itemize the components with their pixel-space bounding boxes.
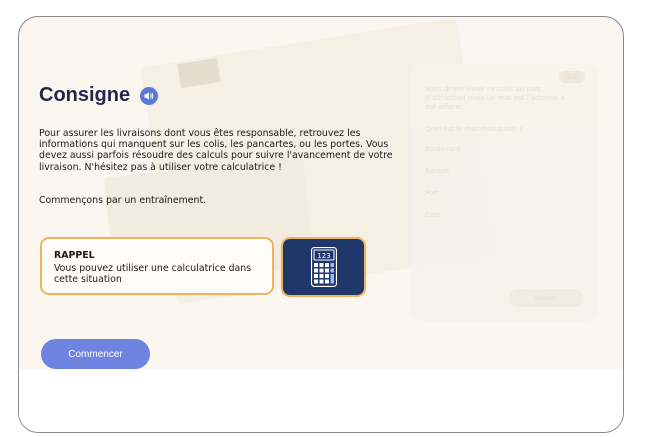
option-1: Boulevard — [425, 145, 461, 153]
calculator-tile: 123 — [281, 237, 366, 297]
option-4: Cote — [425, 211, 442, 219]
calculator-display: 123 — [317, 252, 330, 260]
option-3: Port — [425, 189, 439, 197]
submit-button-background: Valider — [509, 289, 583, 307]
activity-card: 1/2 Vous devez livrer ce colis au parc d… — [18, 16, 624, 433]
page-title: Consigne — [39, 84, 131, 106]
start-prompt: Commençons par un entraînement. — [39, 195, 207, 206]
reminder-text: Vous pouvez utiliser une calculatrice da… — [54, 263, 252, 285]
card-footer — [19, 370, 623, 432]
question-text: Vous devez livrer ce colis au parc d'att… — [425, 85, 565, 111]
start-button[interactable]: Commencer — [41, 339, 150, 369]
reminder-title: RAPPEL — [54, 250, 95, 261]
reminder-box: RAPPEL Vous pouvez utiliser une calculat… — [40, 237, 274, 295]
speaker-icon[interactable] — [140, 87, 158, 105]
calculator-icon: 123 — [310, 247, 337, 287]
instructions-text: Pour assurer les livraisons dont vous êt… — [39, 128, 393, 173]
question-panel-background: 1/2 Vous devez livrer ce colis au parc d… — [411, 63, 599, 321]
question-prompt: Quel est le mot manquant ? — [425, 125, 523, 133]
option-2: Rampe — [425, 167, 450, 175]
progress-badge: 1/2 — [559, 71, 585, 83]
